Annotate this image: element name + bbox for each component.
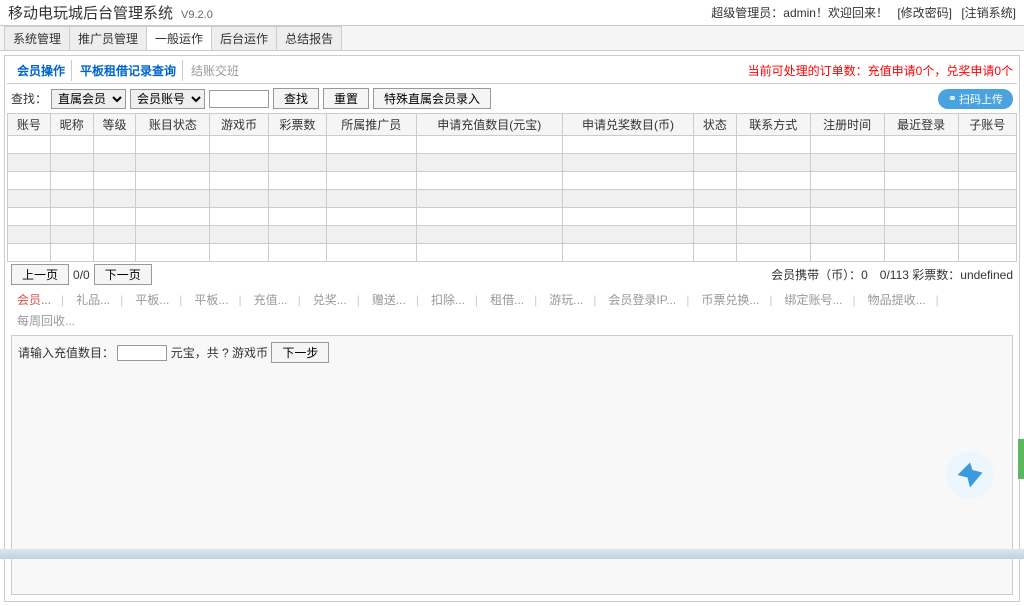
- recharge-prompt-right: 元宝，共 ? 游戏币: [171, 346, 268, 360]
- change-password-link[interactable]: [修改密码]: [897, 6, 952, 20]
- floating-action[interactable]: [946, 451, 994, 499]
- bottom-tab-13[interactable]: 物品提收...: [862, 289, 945, 310]
- col-status: 账目状态: [136, 114, 210, 136]
- col-redeem: 申请兑奖数目(币): [563, 114, 694, 136]
- member-table: 账号 昵称 等级 账目状态 游戏币 彩票数 所属推广员 申请充值数目(元宝) 申…: [7, 113, 1017, 262]
- taskbar: [0, 549, 1024, 559]
- bottom-tab-4[interactable]: 充值...: [248, 289, 307, 310]
- bottom-tab-6[interactable]: 赠送...: [366, 289, 425, 310]
- search-label: 查找：: [11, 90, 47, 107]
- recharge-prompt-left: 请输入充值数目：: [18, 346, 114, 360]
- col-coins: 游戏币: [210, 114, 268, 136]
- main-tabs: 系统管理 推广员管理 一般运作 后台运作 总结报告: [0, 26, 1024, 51]
- bottom-tabs: 会员...礼品...平板...平板...充值...兑奖...赠送...扣除...…: [7, 287, 1017, 333]
- col-level: 等级: [93, 114, 136, 136]
- col-account: 账号: [8, 114, 51, 136]
- bottom-tab-7[interactable]: 扣除...: [425, 289, 484, 310]
- scan-upload-button[interactable]: ⚭ 扫码上传: [938, 89, 1013, 109]
- col-contact: 联系方式: [736, 114, 810, 136]
- col-recharge: 申请充值数目(元宝): [416, 114, 563, 136]
- bottom-tab-10[interactable]: 会员登录IP...: [602, 289, 695, 310]
- bottom-tab-9[interactable]: 游玩...: [543, 289, 602, 310]
- col-subaccount: 子账号: [958, 114, 1016, 136]
- search-button[interactable]: 查找: [273, 88, 319, 109]
- bird-icon: [955, 460, 985, 490]
- bottom-tab-8[interactable]: 租借...: [484, 289, 543, 310]
- col-regtime: 注册时间: [810, 114, 884, 136]
- tab-system[interactable]: 系统管理: [4, 26, 70, 50]
- bottom-tab-11[interactable]: 币票兑换...: [695, 289, 778, 310]
- page-count: 0/0: [73, 268, 90, 282]
- search-input[interactable]: [209, 90, 269, 108]
- table-row: [8, 154, 1017, 172]
- col-tickets: 彩票数: [268, 114, 326, 136]
- bottom-tab-1[interactable]: 礼品...: [70, 289, 129, 310]
- link-icon: ⚭: [948, 92, 957, 105]
- table-row: [8, 172, 1017, 190]
- app-version: V9.2.0: [181, 9, 213, 21]
- subtab-checkout[interactable]: 结账交班: [185, 60, 245, 81]
- pending-alert: 当前可处理的订单数：充值申请0个，兑奖申请0个: [748, 62, 1013, 79]
- logout-link[interactable]: [注销系统]: [961, 6, 1016, 20]
- col-lastlogin: 最近登录: [884, 114, 958, 136]
- member-scope-select[interactable]: 直属会员: [51, 89, 126, 109]
- col-state: 状态: [693, 114, 736, 136]
- special-member-button[interactable]: 特殊直属会员录入: [373, 88, 491, 109]
- subtab-rental-query[interactable]: 平板租借记录查询: [74, 60, 183, 81]
- col-nick: 昵称: [50, 114, 93, 136]
- admin-label: 超级管理员：admin！欢迎回来！: [711, 6, 888, 20]
- app-title: 移动电玩城后台管理系统: [8, 2, 173, 23]
- pager-summary: 会员携带（币）：0 0/113 彩票数：undefined: [771, 266, 1013, 283]
- reset-button[interactable]: 重置: [323, 88, 369, 109]
- next-step-button[interactable]: 下一步: [271, 342, 329, 363]
- table-row: [8, 226, 1017, 244]
- table-row: [8, 244, 1017, 262]
- tab-report[interactable]: 总结报告: [276, 26, 342, 50]
- search-by-select[interactable]: 会员账号: [130, 89, 205, 109]
- prev-page-button[interactable]: 上一页: [11, 264, 69, 285]
- side-handle[interactable]: [1018, 439, 1024, 479]
- recharge-amount-input[interactable]: [117, 345, 167, 361]
- next-page-button[interactable]: 下一页: [94, 264, 152, 285]
- tab-promoter[interactable]: 推广员管理: [69, 26, 147, 50]
- bottom-tab-5[interactable]: 兑奖...: [307, 289, 366, 310]
- tab-backend-ops[interactable]: 后台运作: [211, 26, 277, 50]
- col-promoter: 所属推广员: [327, 114, 416, 136]
- table-row: [8, 136, 1017, 154]
- tab-general-ops[interactable]: 一般运作: [146, 26, 212, 50]
- bottom-tab-12[interactable]: 绑定账号...: [778, 289, 861, 310]
- bottom-tab-14[interactable]: 每周回收...: [11, 310, 81, 331]
- subtab-member-ops[interactable]: 会员操作: [11, 60, 72, 81]
- bottom-tab-0[interactable]: 会员...: [11, 289, 70, 310]
- bottom-tab-2[interactable]: 平板...: [129, 289, 188, 310]
- table-row: [8, 190, 1017, 208]
- table-row: [8, 208, 1017, 226]
- bottom-tab-3[interactable]: 平板...: [188, 289, 247, 310]
